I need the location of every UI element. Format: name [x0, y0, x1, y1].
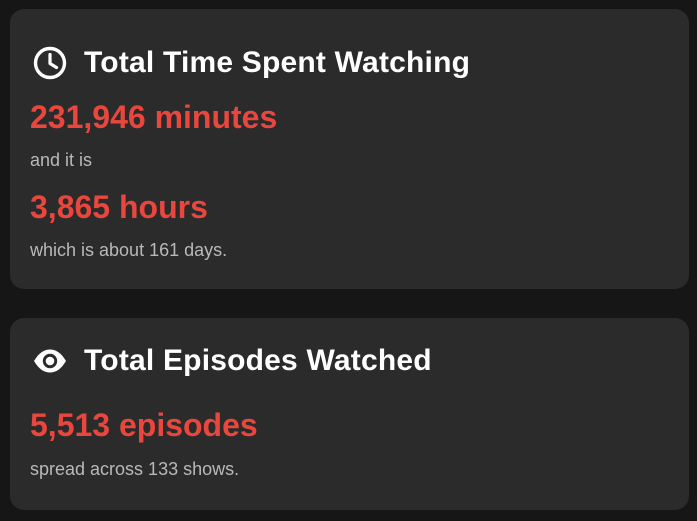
hours-value: 3,865 hours	[30, 189, 208, 225]
episodes-watched-header: Total Episodes Watched	[32, 343, 432, 379]
minutes-value: 231,946 minutes	[30, 99, 278, 135]
time-spent-title: Total Time Spent Watching	[84, 46, 471, 79]
days-text: which is about 161 days.	[30, 240, 228, 260]
episodes-value: 5,513 episodes	[30, 407, 258, 443]
shows-text: spread across 133 shows.	[30, 459, 240, 479]
eye-icon	[32, 343, 68, 379]
episodes-watched-card: Total Episodes Watched 5,513 episodes sp…	[10, 318, 689, 510]
time-spent-header: Total Time Spent Watching	[32, 45, 470, 81]
connector-text: and it is	[30, 150, 93, 170]
episodes-watched-title: Total Episodes Watched	[84, 344, 432, 377]
clock-icon	[32, 45, 68, 81]
time-spent-card: Total Time Spent Watching 231,946 minute…	[10, 9, 689, 289]
